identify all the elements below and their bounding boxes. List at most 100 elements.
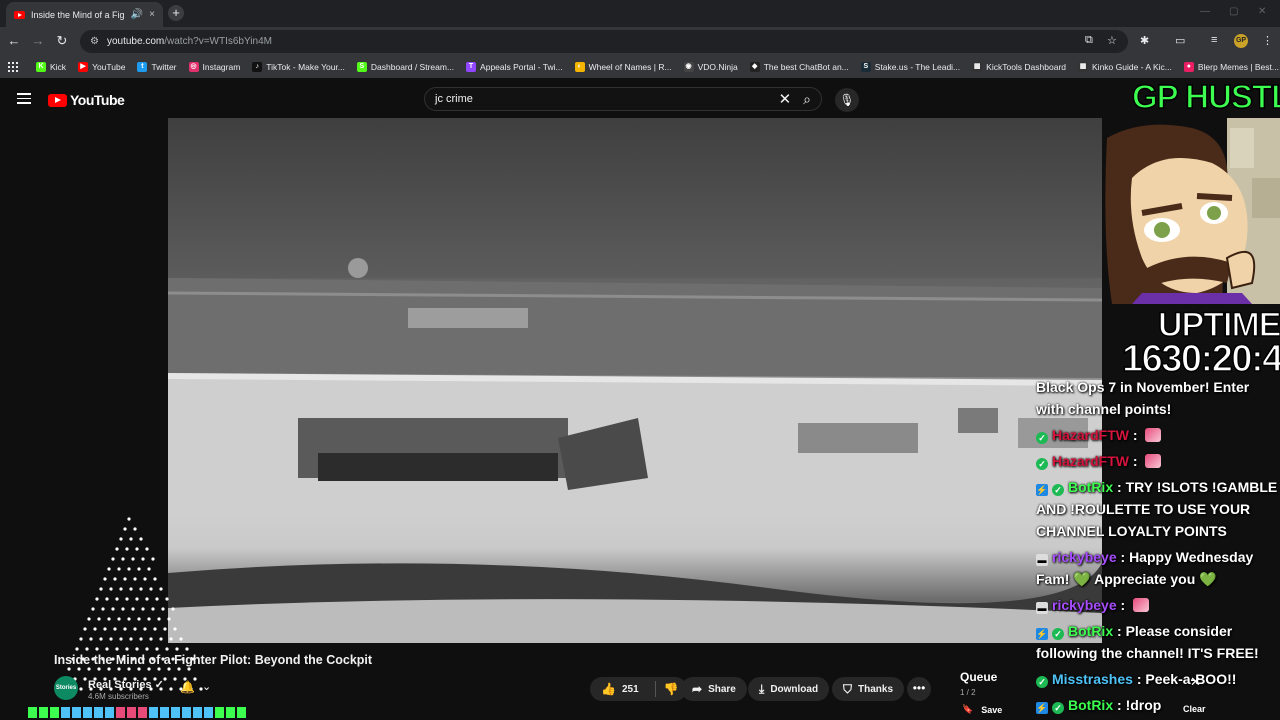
chat-username[interactable]: Misstrashes	[1052, 671, 1133, 687]
bookmark-label: Appeals Portal - Twi...	[480, 62, 563, 72]
bookmark-item[interactable]: K Kick	[36, 62, 66, 72]
like-button[interactable]: 👍 251	[601, 682, 639, 696]
reload-icon[interactable]: ↻	[54, 33, 70, 49]
media-control-icon[interactable]: ≡	[1211, 34, 1217, 46]
chat-message: ▬ rickybeye :	[1036, 594, 1280, 616]
chat-message: ▬ rickybeye : Happy Wednesday Fam! 💚 Appr…	[1036, 546, 1280, 590]
chat-username[interactable]: rickybeye	[1052, 597, 1117, 613]
chat-username[interactable]: BotRix	[1068, 697, 1113, 713]
pattern-dot	[153, 577, 157, 581]
pattern-dot	[169, 687, 173, 691]
kebab-menu-icon[interactable]: ⋮	[1262, 34, 1273, 47]
thumbs-down-icon[interactable]: 👎	[664, 682, 679, 696]
minimize-icon[interactable]: —	[1200, 6, 1210, 17]
status-block	[204, 707, 213, 718]
chat-username[interactable]: rickybeye	[1052, 549, 1117, 565]
url-host: youtube.com	[106, 36, 165, 47]
share-button[interactable]: ➦ Share	[681, 677, 747, 701]
search-query: jc crime	[435, 93, 473, 105]
apps-grid-icon[interactable]	[8, 62, 18, 72]
forward-arrow-icon[interactable]: →	[30, 33, 46, 48]
maximize-icon[interactable]: ▢	[1229, 6, 1238, 17]
site-info-icon[interactable]: ⚙	[90, 36, 99, 47]
bookmark-item[interactable]: S Stake.us - The Leadi...	[860, 62, 960, 72]
browser-tab-active[interactable]: Inside the Mind of a Fighte 🔊 ×	[6, 2, 163, 27]
channel-avatar[interactable]: Stories	[54, 676, 78, 700]
queue-save-button[interactable]: 🔖 Save	[962, 704, 1002, 715]
chat-username[interactable]: BotRix	[1068, 479, 1113, 495]
pattern-dot	[119, 637, 123, 641]
pattern-dot	[111, 557, 115, 561]
pattern-dot	[97, 667, 101, 671]
bookmark-favicon-icon: ▦	[972, 62, 983, 72]
bookmark-item[interactable]: S Dashboard / Stream...	[356, 62, 454, 72]
install-app-icon[interactable]: ⧉	[1085, 34, 1093, 47]
bookmark-item[interactable]: t Twitter	[137, 62, 177, 72]
pattern-dot	[157, 617, 161, 621]
bookmark-item[interactable]: ◉ VDO.Ninja	[683, 62, 738, 72]
extensions-icon[interactable]: ✱	[1140, 34, 1149, 47]
youtube-logo[interactable]: YouTube	[48, 92, 125, 108]
bookmark-favicon-icon: ◉	[683, 62, 694, 72]
bookmark-item[interactable]: ◎ Instagram	[188, 62, 240, 72]
search-icon[interactable]: ⌕	[803, 91, 811, 108]
bookmark-item[interactable]: ◐ Wheel of Names | R...	[574, 62, 672, 72]
status-block	[127, 707, 136, 718]
address-bar[interactable]: ⚙ youtube.com/watch?v=WTIs6bYin4M	[80, 30, 1128, 53]
queue-clear-button[interactable]: Clear	[1183, 704, 1206, 714]
download-label: Download	[770, 683, 819, 695]
bookmark-item[interactable]: ● Blerp Memes | Best...	[1183, 62, 1279, 72]
bookmark-favicon-icon: ◐	[574, 62, 585, 72]
channel-name[interactable]: Real Stories ✓	[88, 678, 164, 691]
bookmark-favicon-icon: ●	[1183, 62, 1194, 72]
chat-username[interactable]: HazardFTW	[1052, 453, 1129, 469]
hamburger-menu-icon[interactable]	[17, 93, 31, 104]
verified-badge-icon: ✓	[1036, 432, 1048, 444]
thumbs-up-icon: 👍	[601, 682, 616, 696]
pattern-dot	[159, 637, 163, 641]
clear-search-button[interactable]: ✕	[779, 90, 792, 108]
thanks-icon: ⛉	[843, 681, 853, 696]
chat-username[interactable]: HazardFTW	[1052, 427, 1129, 443]
thanks-button[interactable]: ⛉ Thanks	[832, 677, 905, 701]
speaker-icon[interactable]: 🔊	[131, 9, 143, 20]
bookmark-item[interactable]: ♪ TikTok - Make Your...	[252, 62, 345, 72]
bookmark-item[interactable]: ▦ Kinko Guide - A Kic...	[1078, 62, 1172, 72]
pattern-dot	[173, 677, 177, 681]
notification-bell-icon[interactable]: 🔔	[180, 680, 195, 694]
status-block	[160, 707, 169, 718]
back-arrow-icon[interactable]: ←	[6, 33, 22, 48]
pattern-dot	[127, 667, 131, 671]
search-input[interactable]: jc crime ✕ ⌕	[424, 87, 822, 111]
bookmark-item[interactable]: ▶ YouTube	[78, 62, 125, 72]
pattern-dot	[67, 667, 71, 671]
uptime-value: 1630:20:40	[1121, 337, 1280, 381]
bookmark-item[interactable]: T Appeals Portal - Twi...	[466, 62, 563, 72]
bookmark-favicon-icon: T	[466, 62, 477, 72]
queue-close-button[interactable]: ✕	[1190, 674, 1201, 690]
chevron-down-icon[interactable]: ⌄	[202, 680, 211, 693]
status-block	[116, 707, 125, 718]
cast-icon[interactable]: ▭	[1175, 34, 1185, 47]
chat-message-list: ✓ HazardFTW : ✓ HazardFTW : ⚡ ✓ BotRix : TRY…	[1036, 424, 1280, 716]
pattern-dot	[113, 577, 117, 581]
pattern-dot	[169, 637, 173, 641]
mic-icon[interactable]: 🎙	[835, 88, 859, 112]
video-player[interactable]	[168, 118, 1102, 643]
download-button[interactable]: ⤓ Download	[748, 677, 830, 701]
bookmark-label: Blerp Memes | Best...	[1197, 62, 1279, 72]
pattern-dot	[157, 667, 161, 671]
more-actions-button[interactable]: •••	[907, 677, 931, 701]
new-tab-button[interactable]: +	[168, 5, 184, 21]
pattern-dot	[139, 637, 143, 641]
close-window-icon[interactable]: ✕	[1258, 6, 1266, 17]
chat-username[interactable]: BotRix	[1068, 623, 1113, 639]
bookmark-star-icon[interactable]: ☆	[1107, 34, 1117, 47]
chat-separator: :	[1113, 479, 1126, 495]
bookmark-item[interactable]: ▦ KickTools Dashboard	[972, 62, 1066, 72]
profile-avatar[interactable]: GP	[1234, 34, 1248, 48]
tab-close-button[interactable]: ×	[149, 9, 155, 20]
pattern-dot	[135, 647, 139, 651]
pattern-dot	[127, 567, 131, 571]
bookmark-item[interactable]: ◆ The best ChatBot an...	[749, 62, 849, 72]
